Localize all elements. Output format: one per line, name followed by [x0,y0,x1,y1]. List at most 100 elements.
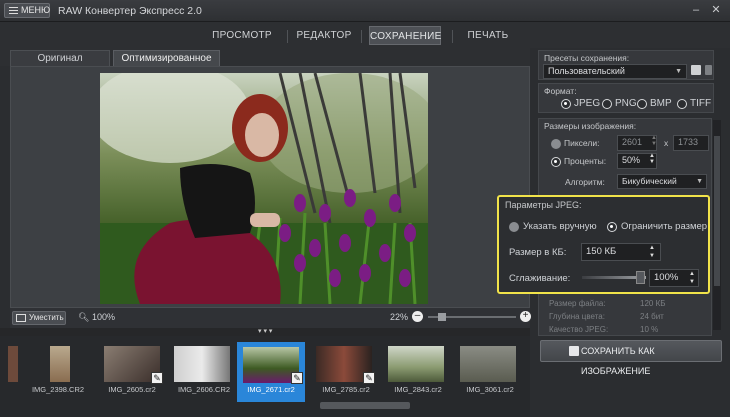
zoom-bar: Уместить 🔍︎ 100% 22% – + [10,308,531,328]
algorithm-label: Алгоритм: [565,177,605,187]
zoom-percent: 22% [390,312,409,322]
format-tiff-label: TIFF [690,98,712,109]
panel-scrollbar-thumb[interactable] [714,136,720,286]
color-depth-label: Глубина цвета: [549,312,605,321]
filmstrip-item[interactable]: ✎ IMG_2605.cr2 [92,336,172,400]
smoothing-slider-thumb[interactable] [636,271,645,284]
format-label: Формат: [544,86,577,96]
fit-label: Уместить [29,313,64,322]
thumbnail-image [50,346,70,382]
menu-button[interactable]: МЕНЮ [4,3,50,18]
save-as-image-button[interactable]: СОХРАНИТЬ КАК ИЗОБРАЖЕНИЕ [540,340,722,376]
zoom-out-button[interactable]: – [412,311,423,322]
chevron-down-icon: ▼ [675,68,682,75]
size-kb-spinner[interactable]: ▲ ▼ [649,244,655,260]
thumbnail-image [388,346,444,382]
fit-icon [16,314,26,322]
image-size-label: Размеры изображения: [544,121,637,131]
percent-label: Проценты: [564,156,607,166]
main-nav: ПРОСМОТР РЕДАКТОР СОХРАНЕНИЕ ПЕЧАТЬ [0,22,730,48]
filmstrip-item[interactable]: ✎ IMG_2785.cr2 [306,336,386,400]
filmstrip-scrollbar[interactable] [320,402,410,409]
size-kb-label: Размер в КБ: [509,247,567,258]
tab-print[interactable]: ПЕЧАТЬ [466,26,510,45]
zoom-100-control[interactable]: 🔍︎ 100% [78,312,115,323]
zoom-in-button[interactable]: + [520,311,531,322]
save-icon [569,346,579,356]
pixels-radio[interactable] [551,139,561,149]
width-spinner[interactable]: ▲ ▼ [651,135,657,147]
format-png-radio[interactable] [602,99,612,109]
collapse-icon: ▾ ▾ ▾ [258,328,273,335]
thumbnail-name: IMG_2843.cr2 [394,385,442,394]
smoothing-label: Сглаживание: [509,273,571,284]
minimize-button[interactable]: – [690,4,702,16]
tab-original[interactable]: Оригинал [10,50,110,66]
file-size-label: Размер файла: [549,299,606,308]
manual-radio[interactable] [509,222,519,232]
filmstrip: IMG_2398.CR2 ✎ IMG_2605.cr2 IMG_2606.CR2… [0,336,530,417]
size-separator: x [664,138,669,148]
format-group: Формат: JPEG PNG BMP TIFF [538,83,714,113]
title-bar: МЕНЮ RAW Конвертер Экспресс 2.0 – ✕ [0,0,730,22]
fit-button[interactable]: Уместить [12,311,66,325]
filmstrip-item[interactable]: IMG_2398.CR2 [18,336,98,400]
thumbnail-image [174,346,230,382]
jpeg-params-label: Параметры JPEG: [505,200,582,210]
color-depth-value: 24 бит [640,312,664,321]
save-button-label: СОХРАНИТЬ КАК ИЗОБРАЖЕНИЕ [581,346,655,376]
edited-pen-icon: ✎ [291,372,303,384]
filmstrip-toggle[interactable]: ▾ ▾ ▾ [0,328,530,336]
jpeg-quality-value: 10 % [640,325,659,334]
format-png-label: PNG [615,98,637,109]
filmstrip-item[interactable]: IMG_2843.cr2 [378,336,458,400]
file-size-value: 120 КБ [640,299,666,308]
limit-size-label: Ограничить размер [621,221,708,232]
save-preset-icon[interactable] [691,65,701,75]
format-bmp-label: BMP [650,98,672,109]
format-tiff-radio[interactable] [677,99,687,109]
manual-label: Указать вручную [523,221,597,232]
tab-save[interactable]: СОХРАНЕНИЕ [369,26,441,45]
filmstrip-partial-thumb[interactable] [8,346,18,382]
thumbnail-name: IMG_2785.cr2 [322,385,370,394]
filmstrip-item[interactable]: IMG_3061.cr2 [450,336,530,400]
preset-select[interactable]: Пользовательский ▼ [543,64,687,79]
presets-label: Пресеты сохранения: [544,53,630,63]
height-field[interactable]: 1733 [673,135,709,151]
presets-group: Пресеты сохранения: Пользовательский ▼ [538,50,714,80]
zoom-100-label: 100% [91,312,115,322]
delete-preset-icon[interactable] [705,65,712,75]
thumbnail-name: IMG_2398.CR2 [31,385,85,394]
nav-divider [361,30,362,43]
tab-editor[interactable]: РЕДАКТОР [295,26,353,45]
zoom-slider-thumb[interactable] [438,313,446,321]
thumbnail-name: IMG_2605.cr2 [108,385,156,394]
smoothing-spinner[interactable]: ▲ ▼ [689,270,695,286]
limit-size-radio[interactable] [607,222,617,232]
edited-pen-icon: ✎ [151,372,163,384]
tab-optimized[interactable]: Оптимизированное [113,50,220,66]
preview-image [100,73,428,304]
format-jpeg-radio[interactable] [561,99,571,109]
hamburger-icon [9,7,18,14]
zoom-magnifier-icon: 🔍︎ [78,312,90,322]
app-title: RAW Конвертер Экспресс 2.0 [58,5,202,17]
tab-view[interactable]: ПРОСМОТР [208,26,276,45]
jpeg-quality-label: Качество JPEG: [549,325,609,334]
percent-spinner[interactable]: ▲ ▼ [649,153,655,165]
percent-radio[interactable] [551,157,561,167]
view-tabs: Оригинал Оптимизированное [0,48,530,66]
preset-value: Пользовательский [548,66,625,76]
nav-divider [287,30,288,43]
pixels-label: Пиксели: [564,138,600,148]
edited-pen-icon: ✎ [363,372,375,384]
jpeg-params-box: Параметры JPEG: Указать вручную Ограничи… [497,195,710,294]
close-button[interactable]: ✕ [710,4,722,16]
thumbnail-image [460,346,516,382]
filmstrip-item-selected[interactable]: ✎ IMG_2671.cr2 [237,342,305,402]
algorithm-select[interactable]: Бикубический ▼ [617,174,707,189]
format-jpeg-label: JPEG [574,98,601,109]
format-bmp-radio[interactable] [637,99,647,109]
thumbnail-name: IMG_2671.cr2 [247,385,295,394]
